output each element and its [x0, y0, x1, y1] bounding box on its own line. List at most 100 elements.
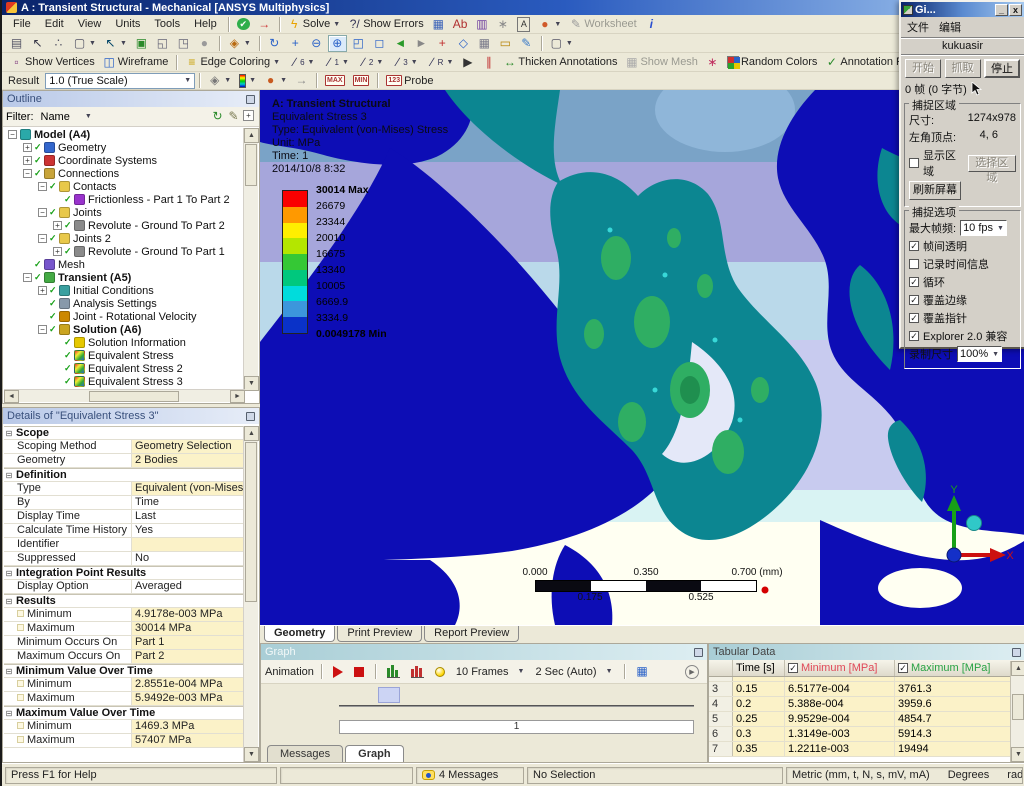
edge-option-3-icon[interactable]: ∕3▼: [388, 54, 420, 71]
select-bodies-icon[interactable]: ◳: [174, 35, 193, 52]
scroll-up-icon[interactable]: ▲: [244, 128, 259, 143]
edge-option-r-icon[interactable]: ∕R▼: [423, 54, 457, 71]
next-view-icon[interactable]: ►: [412, 35, 431, 52]
capture-menu-item[interactable]: 编辑: [939, 19, 961, 35]
pin-icon[interactable]: [246, 95, 255, 104]
details-row-value[interactable]: Part 1: [132, 636, 245, 649]
details-vertical-scrollbar[interactable]: ▲ ▼: [243, 426, 258, 762]
tree-item[interactable]: −✓Connections: [4, 167, 230, 180]
remote-points-icon[interactable]: →: [255, 16, 274, 33]
scroll-down-icon[interactable]: ▼: [244, 747, 259, 762]
column-header-Maximum [MPa][interactable]: ✓Maximum [MPa]: [895, 660, 1024, 676]
expand-icon[interactable]: +: [53, 221, 62, 230]
edge-coloring-icon[interactable]: ≡Edge Coloring▼: [182, 54, 283, 71]
start-button[interactable]: 开始: [905, 59, 941, 78]
select-region-button[interactable]: 选择区域: [968, 155, 1017, 172]
tree-item[interactable]: ✓Frictionless - Part 1 To Part 2: [4, 193, 230, 206]
explode-view-icon[interactable]: ▶: [458, 54, 477, 71]
checkbox-checked[interactable]: ✓: [909, 313, 919, 323]
viewports-icon[interactable]: ▦: [475, 35, 494, 52]
details-row[interactable]: SuppressedNo: [4, 552, 245, 566]
checkbox-checked[interactable]: ✓: [909, 241, 919, 251]
collapse-icon[interactable]: ⊟: [4, 427, 14, 439]
details-row-value[interactable]: Yes: [132, 524, 245, 537]
new-section-icon[interactable]: ▦: [429, 16, 448, 33]
stop-button[interactable]: 停止: [984, 59, 1020, 78]
previous-view-icon[interactable]: ◄: [391, 35, 410, 52]
capture-option[interactable]: ✓Explorer 2.0 兼容: [909, 328, 1016, 344]
collapse-icon[interactable]: −: [38, 182, 47, 191]
details-row-value[interactable]: Equivalent (von-Mises) Stress: [132, 482, 245, 495]
select-vertices-icon[interactable]: ∴: [49, 35, 68, 52]
capture-option[interactable]: ✓帧间透明: [909, 238, 1016, 254]
details-row-value[interactable]: Averaged: [132, 580, 245, 593]
menu-help[interactable]: Help: [187, 17, 224, 31]
thicken-annotations-icon[interactable]: ↔Thicken Annotations: [500, 54, 620, 71]
result-chart-icon[interactable]: [384, 663, 403, 680]
timeline-frame-marker[interactable]: [378, 687, 400, 703]
collapse-icon[interactable]: −: [38, 234, 47, 243]
look-at-icon[interactable]: ◇: [454, 35, 473, 52]
probe-icon[interactable]: 123Probe: [383, 72, 436, 89]
extend-selection-icon[interactable]: ▣: [132, 35, 151, 52]
outline-horizontal-scrollbar[interactable]: ◄ ►: [4, 389, 245, 402]
table-row[interactable]: 50.259.9529e-0044854.7: [709, 712, 1024, 727]
collapse-icon[interactable]: ⊟: [4, 595, 14, 607]
menu-tools[interactable]: Tools: [147, 17, 187, 31]
collapse-icon[interactable]: ⊟: [4, 567, 14, 579]
collapse-icon[interactable]: −: [23, 273, 32, 282]
scroll-up-icon[interactable]: ▲: [244, 426, 259, 441]
edge-joints-icon[interactable]: ∥: [479, 54, 498, 71]
menu-units[interactable]: Units: [108, 17, 147, 31]
close-button[interactable]: x: [1009, 4, 1022, 16]
tree-item[interactable]: ✓Equivalent Stress 3: [4, 375, 230, 388]
wireframe-icon[interactable]: ◫Wireframe: [100, 54, 172, 71]
timeline-chart-icon[interactable]: [408, 663, 427, 680]
scroll-left-icon[interactable]: ◄: [4, 390, 19, 403]
collapse-icon[interactable]: −: [8, 130, 17, 139]
details-row-value[interactable]: Time: [132, 496, 245, 509]
tabular-vertical-scrollbar[interactable]: ▲ ▼: [1010, 661, 1024, 762]
minimize-button[interactable]: _: [995, 4, 1008, 16]
checkbox-checked[interactable]: ✓: [909, 331, 919, 341]
solve-icon[interactable]: ϟSolve▼: [285, 16, 343, 33]
min-annotation-icon[interactable]: MIN: [350, 72, 373, 89]
details-row-value[interactable]: Part 2: [132, 650, 245, 663]
details-row-value[interactable]: 5.9492e-003 MPa: [132, 692, 245, 705]
tree-item[interactable]: ✓Solution Information: [4, 336, 230, 349]
show-mesh-icon[interactable]: ▦Show Mesh: [622, 54, 700, 71]
window-layout-icon[interactable]: ▢▼: [547, 35, 576, 52]
record-size-combobox[interactable]: 100%▼: [957, 346, 1002, 362]
worksheet-icon[interactable]: ✎Worksheet: [566, 16, 639, 33]
scroll-up-icon[interactable]: ▲: [1011, 661, 1024, 676]
details-row[interactable]: Minimum Occurs OnPart 1: [4, 636, 245, 650]
box-select-icon[interactable]: ▢▼: [70, 35, 99, 52]
wand-tag-icon[interactable]: ✎: [517, 35, 536, 52]
collapse-icon[interactable]: −: [23, 169, 32, 178]
capture-option[interactable]: ✓覆盖指针: [909, 310, 1016, 326]
details-row[interactable]: TypeEquivalent (von-Mises) Stress: [4, 482, 245, 496]
collapse-icon[interactable]: ⊟: [4, 665, 14, 677]
details-row[interactable]: ByTime: [4, 496, 245, 510]
details-row-value[interactable]: Geometry Selection: [132, 440, 245, 453]
expand-all-icon[interactable]: +: [243, 110, 254, 121]
outline-vertical-scrollbar[interactable]: ▲ ▼: [243, 128, 258, 391]
select-mode-icon[interactable]: ▤: [7, 35, 26, 52]
show-region-checkbox[interactable]: [909, 158, 919, 168]
details-row-value[interactable]: 2.8551e-004 MPa: [132, 678, 245, 691]
checkbox-checked[interactable]: ✓: [909, 277, 919, 287]
details-row[interactable]: Maximum57407 MPa: [4, 734, 245, 748]
expand-icon[interactable]: +: [53, 247, 62, 256]
scroll-down-icon[interactable]: ▼: [1011, 747, 1024, 762]
edge-option-6-icon[interactable]: ∕6▼: [285, 54, 317, 71]
details-row[interactable]: Identifier: [4, 538, 245, 552]
play-preview-icon[interactable]: ▶: [682, 663, 702, 680]
tab-messages[interactable]: Messages: [267, 745, 343, 762]
tree-item[interactable]: −✓Contacts: [4, 180, 230, 193]
tab-graph[interactable]: Graph: [345, 745, 403, 762]
tree-item[interactable]: −✓Joints: [4, 206, 230, 219]
details-row[interactable]: Maximum Occurs OnPart 2: [4, 650, 245, 664]
details-row[interactable]: Geometry2 Bodies: [4, 454, 245, 468]
status-messages[interactable]: 4 Messages: [416, 767, 524, 784]
fps-combobox[interactable]: 10 fps▼: [960, 220, 1007, 236]
